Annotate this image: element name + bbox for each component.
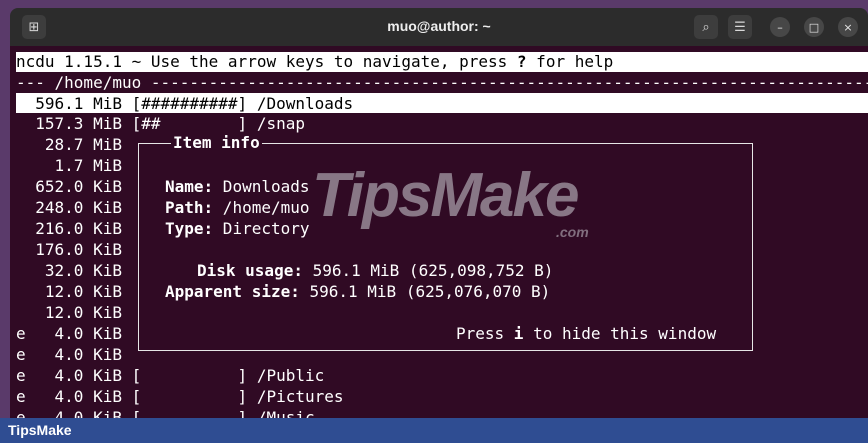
footer-bar: TipsMake: [0, 418, 868, 443]
apparent-size-field: Apparent size: 596.1 MiB (625,076,070 B): [165, 282, 551, 301]
current-path: --- /home/muo --------------------------…: [16, 73, 868, 92]
list-item[interactable]: e 4.0 KiB [ ] /Public: [16, 365, 324, 386]
list-item[interactable]: 216.0 KiB: [16, 218, 122, 239]
footer-brand: TipsMake: [8, 422, 72, 438]
list-item[interactable]: 28.7 MiB: [16, 134, 122, 155]
list-item[interactable]: 1.7 MiB: [16, 155, 122, 176]
search-icon[interactable]: ⌕: [694, 15, 718, 39]
close-icon[interactable]: ×: [838, 17, 858, 37]
list-item[interactable]: e 4.0 KiB [ ] /Music: [16, 407, 315, 418]
name-field: Name: Downloads: [165, 177, 310, 196]
dialog-title: Item info: [171, 132, 262, 153]
list-item[interactable]: 12.0 KiB: [16, 281, 122, 302]
hide-window-hint: Press i to hide this window: [456, 324, 717, 343]
list-item: 596.1 MiB [##########] /Downloads: [16, 94, 354, 113]
watermark-logo: TipsMake: [312, 161, 579, 230]
watermark-suffix: .com: [556, 224, 589, 240]
menu-icon[interactable]: ☰: [728, 15, 752, 39]
ncdu-header: ncdu 1.15.1 ~ Use the arrow keys to navi…: [16, 52, 868, 72]
maximize-icon[interactable]: □: [804, 17, 824, 37]
terminal-titlebar: ⊞ muo@author: ~ ⌕ ☰ – □ ×: [10, 8, 868, 46]
minimize-icon[interactable]: –: [770, 17, 790, 37]
list-item[interactable]: 12.0 KiB: [16, 302, 122, 323]
list-item[interactable]: 652.0 KiB: [16, 176, 122, 197]
selected-row[interactable]: 596.1 MiB [##########] /Downloads: [16, 93, 868, 113]
list-item[interactable]: e 4.0 KiB [ ] /Pictures: [16, 386, 344, 407]
list-item[interactable]: 32.0 KiB: [16, 260, 122, 281]
type-field: Type: Directory: [165, 219, 310, 238]
list-item[interactable]: 176.0 KiB: [16, 239, 122, 260]
list-item[interactable]: e 4.0 KiB: [16, 323, 122, 344]
path-field: Path: /home/muo: [165, 198, 310, 217]
terminal-body[interactable]: ncdu 1.15.1 ~ Use the arrow keys to navi…: [10, 46, 868, 418]
list-item[interactable]: 157.3 MiB [## ] /snap: [16, 113, 305, 134]
list-item[interactable]: 248.0 KiB: [16, 197, 122, 218]
list-item[interactable]: e 4.0 KiB: [16, 344, 122, 365]
disk-usage-field: Disk usage: 596.1 MiB (625,098,752 B): [197, 261, 554, 280]
